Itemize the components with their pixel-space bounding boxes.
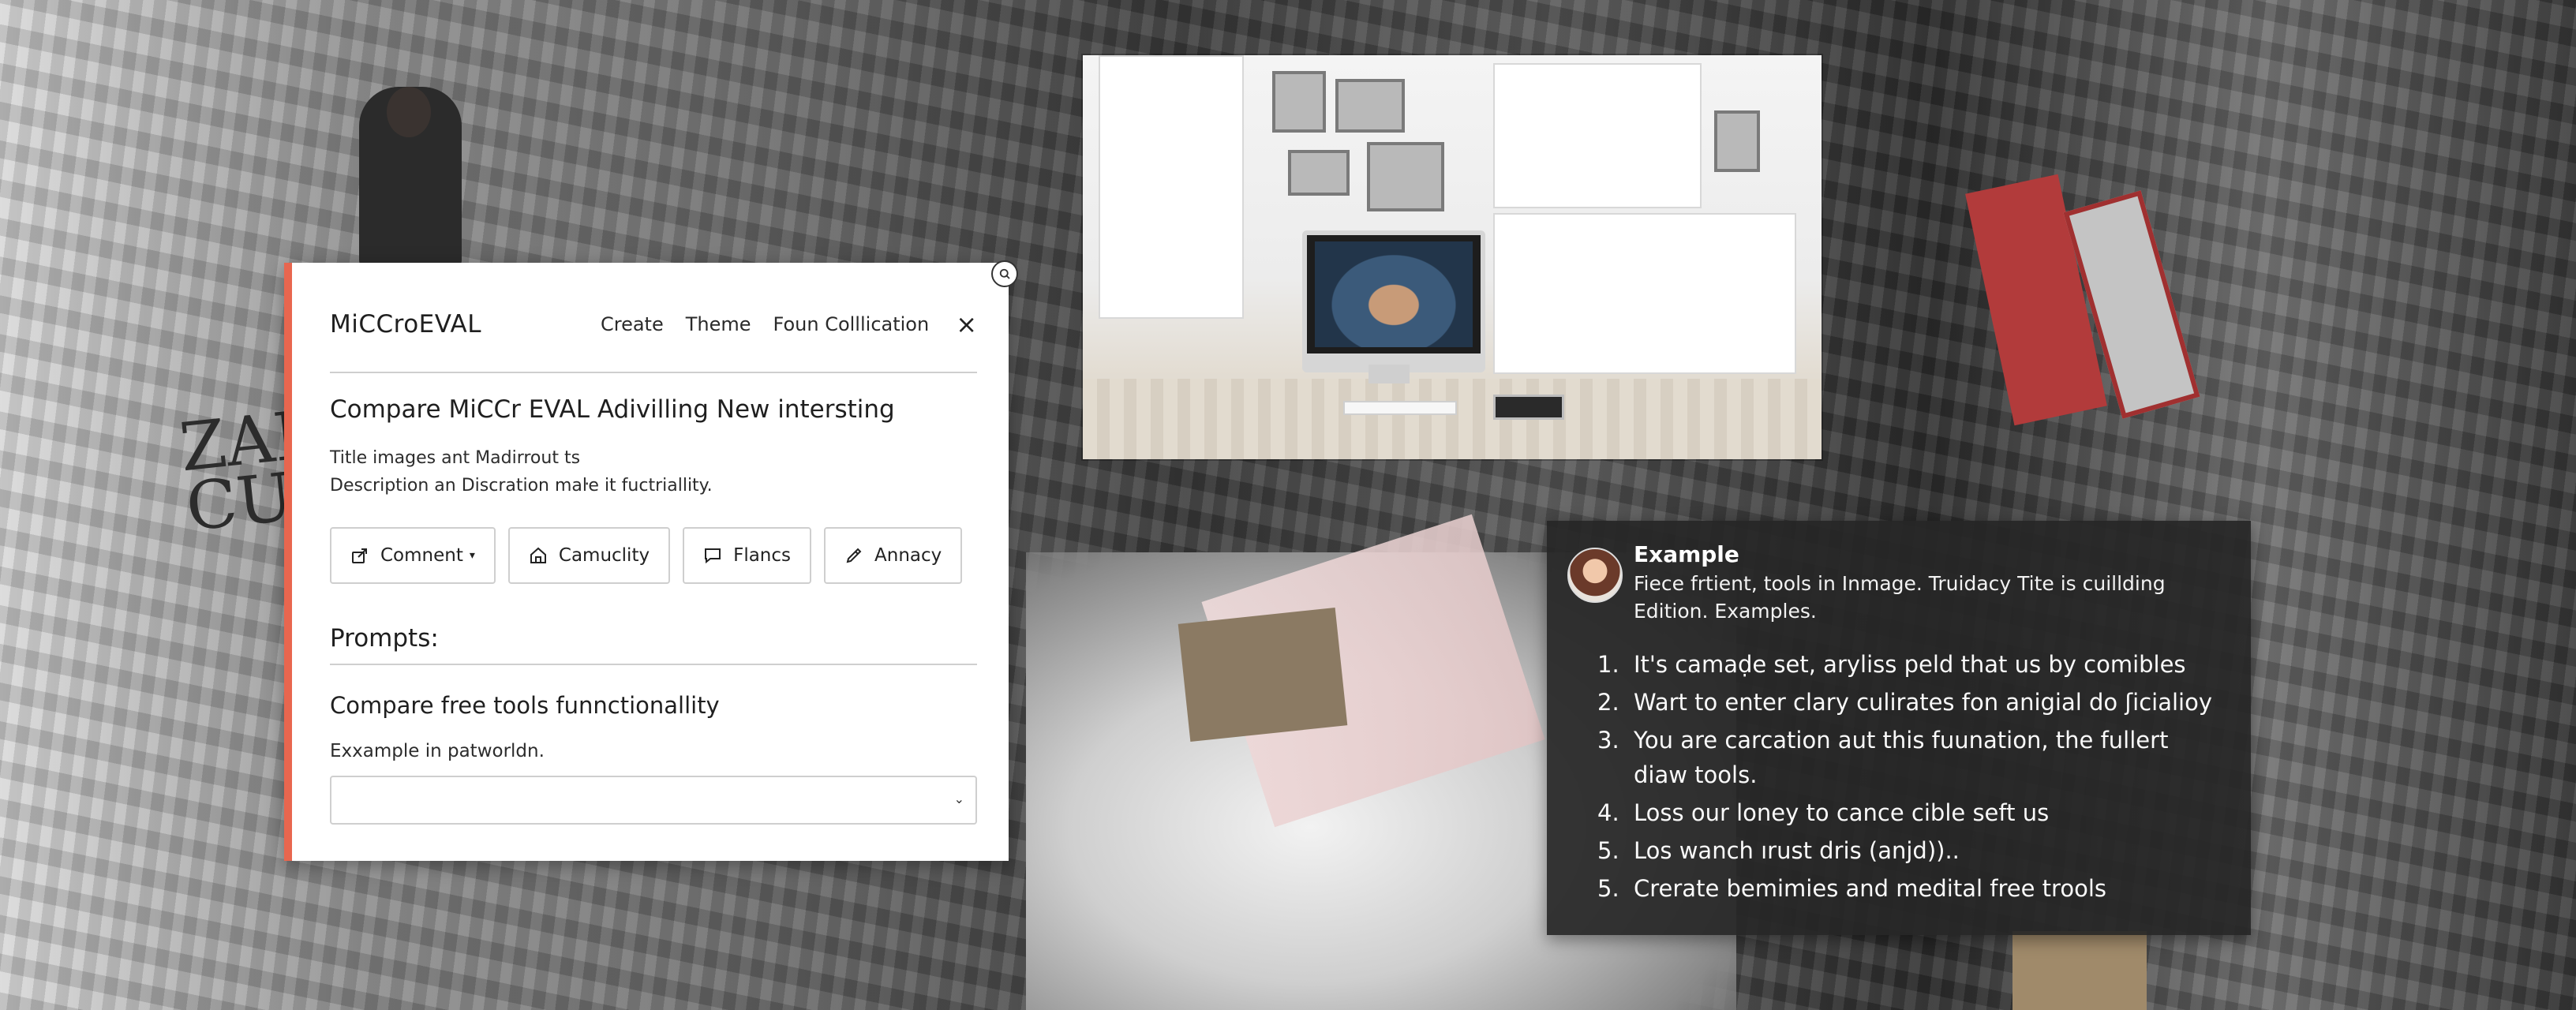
- section-subheading: Compare free tools funnctionallity: [330, 692, 720, 719]
- list-text: Wart to enter clary culirates fon anigia…: [1634, 689, 2212, 716]
- home-icon: [530, 547, 546, 563]
- flancs-button[interactable]: Flancs: [683, 527, 812, 584]
- monitor-screen: [1315, 241, 1473, 347]
- list-number: 3.: [1597, 727, 1619, 754]
- evaluation-dialog: MiCCroEVAL Create Theme Foun Colllicatio…: [284, 263, 1009, 861]
- keyboard: [1343, 401, 1457, 415]
- cardboard-box: [2012, 931, 2147, 1010]
- list-item: 5. Los wanch ırust dris (anjd))..: [1597, 833, 2229, 868]
- list-number: 5.: [1597, 837, 1619, 864]
- button-label: Camuclity: [558, 545, 650, 566]
- photo-frame: [1714, 110, 1760, 172]
- community-button[interactable]: Camuclity: [507, 527, 671, 584]
- dialog-title: Compare MiCCr EVAL Adivilling New inters…: [330, 395, 895, 424]
- chevron-down-icon: ▾: [469, 549, 475, 562]
- list-number: 1.: [1597, 651, 1619, 678]
- brand-logo: MiCCroEVAL: [330, 310, 481, 339]
- nav-create[interactable]: Create: [601, 313, 664, 335]
- list-item: 1. It's camaḍe set, aryliss peld that us …: [1597, 647, 2229, 682]
- photo-frame: [1367, 142, 1444, 211]
- top-nav: Create Theme Foun Colllication ×: [601, 312, 977, 337]
- list-item: 2. Wart to enter clary culirates fon anig…: [1597, 685, 2229, 720]
- nav-collection[interactable]: Foun Colllication: [773, 313, 930, 335]
- divider: [330, 664, 977, 665]
- zoom-icon[interactable]: [991, 260, 1018, 287]
- prompts-heading: Prompts:: [330, 624, 439, 653]
- list-number: 5.: [1597, 875, 1619, 902]
- avatar: [1567, 548, 1623, 603]
- list-item: 4. Loss our loney to cance cible seft us: [1597, 795, 2229, 830]
- list-item: 3. You are carcation aut this fuunation, …: [1597, 723, 2229, 792]
- monitor-stand: [1368, 365, 1410, 383]
- photo-shelf: [1493, 63, 1702, 208]
- person-head: [387, 87, 431, 137]
- button-label: Annacy: [874, 545, 942, 566]
- pen-icon: [846, 548, 862, 563]
- comment-button[interactable]: Comnent ▾: [330, 527, 496, 584]
- list-text: Loss our loney to cance cible seft us: [1634, 799, 2050, 826]
- description-line: Title images ant Madirrout ts: [330, 448, 581, 468]
- list-item: 5. Crerate bemimies and medital free troo…: [1597, 871, 2229, 906]
- photo-desk: [1083, 379, 1822, 459]
- panel-title: Example: [1634, 541, 1739, 567]
- example-label: Exxample in patworldn.: [330, 741, 545, 761]
- close-icon[interactable]: ×: [956, 312, 977, 337]
- example-panel: Example Fiece frtient, tools in Inmage. …: [1547, 521, 2251, 935]
- list-text: You are carcation aut this fuunation, th…: [1634, 727, 2169, 788]
- photo-monitor: [1302, 230, 1485, 372]
- divider: [330, 372, 977, 373]
- chevron-down-icon: ⌄: [953, 791, 964, 806]
- cardboard-box: [1178, 607, 1348, 743]
- comment-icon: [705, 548, 721, 564]
- list-text: Los wanch ırust dris (anjd))..: [1634, 837, 1960, 864]
- export-icon: [352, 548, 367, 563]
- list-number: 4.: [1597, 799, 1619, 826]
- list-text: It's camaḍe set, aryliss peld that us by…: [1634, 651, 2186, 678]
- office-photo: [1083, 55, 1822, 459]
- photo-frame: [1272, 71, 1326, 133]
- panel-description: Fiece frtient, tools in Inmage. Truidacy…: [1634, 572, 2166, 623]
- button-label: Comnent: [380, 545, 463, 566]
- photo-cabinet: [1493, 213, 1796, 374]
- nav-theme[interactable]: Theme: [686, 313, 751, 335]
- list-number: 2.: [1597, 689, 1619, 716]
- photo-frame: [1288, 150, 1350, 196]
- button-label: Flancs: [733, 545, 792, 566]
- dialog-content: MiCCroEVAL Create Theme Foun Colllicatio…: [330, 263, 977, 861]
- photo-frame: [1335, 79, 1405, 133]
- example-list: 1. It's camaḍe set, aryliss peld that us …: [1597, 647, 2229, 909]
- annacy-button[interactable]: Annacy: [824, 527, 963, 584]
- description-line: Description an Discration maŀe it fuctri…: [330, 476, 713, 496]
- tablet: [1493, 395, 1564, 420]
- dialog-description: Title images ant Madirrout ts Descriptio…: [330, 444, 713, 499]
- photo-shelf: [1099, 55, 1244, 319]
- example-select[interactable]: ⌄: [330, 776, 977, 825]
- action-buttons: Comnent ▾ Camuclity Flancs Annacy: [330, 527, 963, 584]
- list-text: Crerate bemimies and medital free trools: [1634, 875, 2106, 902]
